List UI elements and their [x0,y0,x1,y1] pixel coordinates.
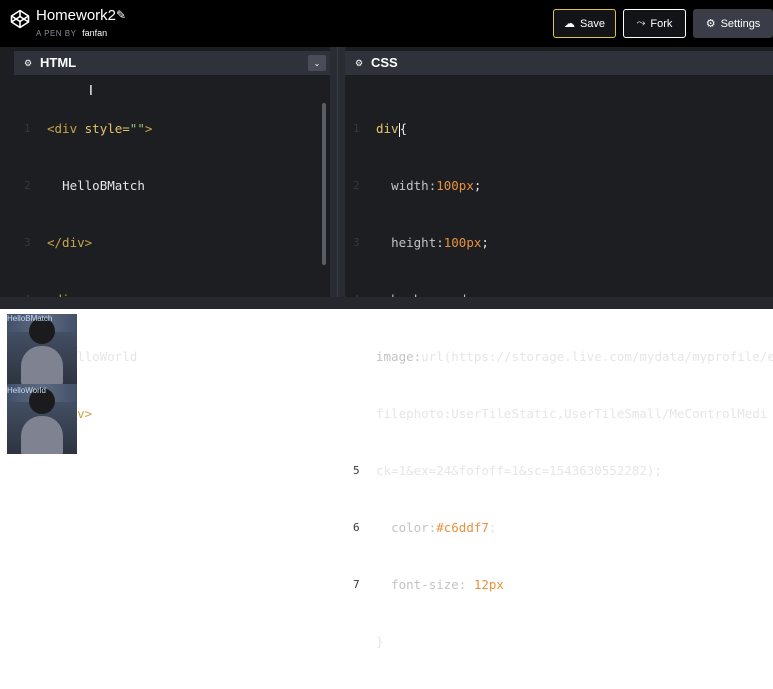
html-editor-pane: ⚙ HTML ⌄ 1 <div style=""> 2 HelloBMatch 3… [14,51,330,421]
pen-byline: A PEN BY fanfan [36,28,107,38]
css-url-continued: filephoto:UserTileStatic,UserTileSmall/M… [376,406,768,421]
top-bar: Homework2 ✎ A PEN BY fanfan ☁ Save ⤳ For… [0,0,773,47]
code-line: 3 </div> [24,235,93,250]
code-line: 1 <div style=""> [24,121,153,136]
code-line: } [376,634,384,649]
line-number: 3 [353,236,360,249]
editor-area: ⚙ HTML ⌄ 1 <div style=""> 2 HelloBMatch 3… [0,47,773,649]
code-line: 6 color:#c6ddf7; [353,520,497,535]
line-number: 3 [24,236,31,249]
fork-icon: ⤳ [636,17,646,29]
code-line: 2 width:100px; [353,178,482,193]
css-url-text: url(https://storage.live.com/mydata/mypr… [421,349,773,364]
line-number: 6 [353,521,360,534]
gear-icon: ⚙ [705,18,716,30]
settings-button[interactable]: ⚙ Settings [693,9,773,38]
byline-prefix: A PEN BY [36,29,77,38]
vertical-scrollbar[interactable] [322,103,326,265]
result-resize-bar[interactable] [0,297,773,309]
fork-button[interactable]: ⤳ Fork [623,9,686,38]
css-code[interactable]: 1div{ 2 width:100px; 3 height:100px; 4 b… [345,81,773,689]
css-code-area[interactable]: 1div{ 2 width:100px; 3 height:100px; 4 b… [345,75,773,649]
line-number: 2 [24,179,31,192]
code-line: 3 height:100px; [353,235,489,250]
code-line: 2 HelloBMatch [14,176,145,195]
css-pane-title: CSS [371,55,398,70]
preview-item-1: HelloBMatch [7,314,77,384]
code-line: 1 div{ [353,121,408,137]
line-number: 7 [353,578,360,591]
preview-item-2: HelloWorld [7,384,77,454]
gear-icon[interactable]: ⚙ [24,58,32,69]
chevron-down-icon[interactable]: ⌄ [308,55,326,71]
settings-label: Settings [720,17,761,30]
html-pane-header: ⚙ HTML ⌄ [14,51,330,75]
ibeam-cursor-icon: I [89,84,93,99]
pane-divider [337,47,338,297]
pen-title[interactable]: Homework2 [36,7,116,24]
save-button[interactable]: ☁ Save [553,9,616,38]
html-code-area[interactable]: 1<div style=""> 2 HelloBMatch 3</div> 4<… [14,75,330,421]
code-line: image:url(https://storage.live.com/mydat… [376,349,773,364]
line-number: 2 [353,179,360,192]
author-link[interactable]: fanfan [82,28,107,38]
line-number: 5 [353,464,360,477]
save-label: Save [579,17,606,30]
code-line: filephoto:UserTileStatic,UserTileSmall/M… [345,404,767,423]
cloud-icon: ☁ [563,18,575,30]
css-url-end: ck=1&ex=24&fofoff=1&sc=1543630552282); [376,463,662,478]
css-editor-pane: ⚙ CSS 1 div{ 2 width:100px; 3 height:100p… [345,51,773,649]
preview-text: HelloBMatch [7,314,53,323]
code-line: 5 ck=1&ex=24&fofoff=1&sc=1543630552282); [345,461,662,480]
code-line: 7 font-size: 12px [353,577,504,592]
line-number: 1 [24,122,31,135]
gear-icon[interactable]: ⚙ [355,58,363,69]
codepen-cube-icon[interactable] [10,9,30,29]
pencil-icon[interactable]: ✎ [116,8,126,22]
fork-label: Fork [650,17,673,30]
css-pane-header: ⚙ CSS [345,51,773,75]
html-pane-title: HTML [40,55,77,70]
line-number: 1 [353,122,360,135]
preview-text: HelloWorld [7,386,46,395]
code-text: HelloBMatch [62,178,145,193]
